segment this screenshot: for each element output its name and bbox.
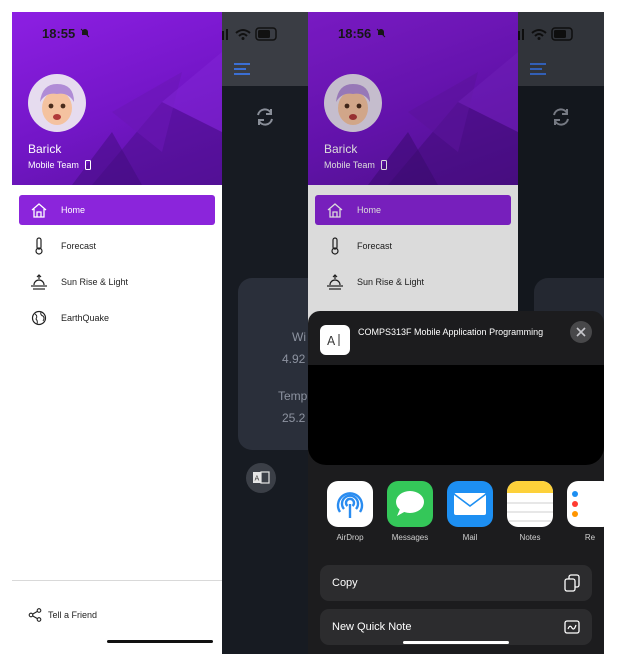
phone-icon — [85, 160, 91, 170]
share-app-notes[interactable]: Notes — [500, 481, 560, 542]
status-icons — [214, 27, 277, 41]
share-app-label: Messages — [391, 533, 429, 542]
nav-item-sunrise[interactable]: Sun Rise & Light — [19, 267, 215, 297]
menu-icon[interactable] — [234, 62, 252, 76]
translate-icon: A — [253, 471, 270, 484]
nav-item-earthquake[interactable]: EarthQuake — [19, 303, 215, 333]
drawer-divider — [12, 580, 222, 581]
navigation-drawer: 18:55 Barick Mobile Team Home Forecast S… — [12, 12, 222, 654]
share-app-mail[interactable]: Mail — [440, 481, 500, 542]
mail-icon — [453, 493, 487, 515]
share-apps-row: AirDrop Messages Mail Notes Re — [320, 481, 604, 542]
home-icon — [31, 203, 47, 218]
temp-value: 25.2 — [282, 411, 306, 425]
copy-action[interactable]: Copy — [320, 565, 592, 601]
translate-button[interactable]: A — [246, 463, 276, 493]
nav-label: Sun Rise & Light — [61, 277, 129, 287]
messages-icon — [396, 491, 424, 516]
svg-text:A: A — [255, 475, 260, 483]
notes-icon — [507, 481, 553, 522]
quick-note-label: New Quick Note — [332, 621, 412, 633]
new-quick-note-action[interactable]: New Quick Note — [320, 609, 592, 645]
drawer-nav: Home Forecast Sun Rise & Light EarthQuak… — [19, 195, 215, 339]
share-sheet: A COMPS313F Mobile Application Programmi… — [308, 311, 604, 654]
share-app-label: AirDrop — [336, 533, 364, 542]
share-icon — [28, 608, 42, 622]
share-app-label: Mail — [462, 533, 478, 542]
share-app-messages[interactable]: Messages — [380, 481, 440, 542]
text-doc-icon: A — [327, 334, 340, 348]
nav-label: Forecast — [61, 241, 97, 251]
close-button[interactable] — [570, 321, 592, 343]
share-app-label: Re — [584, 533, 596, 542]
refresh-icon[interactable] — [254, 106, 276, 128]
redacted-contacts — [308, 365, 604, 465]
copy-icon — [564, 574, 580, 592]
share-app-airdrop[interactable]: AirDrop — [320, 481, 380, 542]
share-sheet-title: COMPS313F Mobile Application Programming — [358, 327, 544, 337]
avatar[interactable] — [28, 74, 86, 132]
close-icon — [576, 327, 586, 337]
wind-value: 4.92 — [282, 352, 306, 366]
temp-label: Temp — [278, 389, 308, 403]
tell-a-friend-button[interactable]: Tell a Friend — [28, 608, 97, 622]
reminders-icon — [572, 491, 578, 517]
nav-item-home[interactable]: Home — [19, 195, 215, 225]
share-app-reminders[interactable]: Re — [560, 481, 604, 542]
phone-screenshot-left: Wi 4.92 Temp 25.2 A 18:55 Barick Mobile … — [12, 12, 308, 654]
user-name: Barick — [28, 142, 62, 156]
home-indicator — [107, 640, 213, 643]
user-team: Mobile Team — [28, 160, 79, 170]
svg-text:A: A — [327, 334, 336, 348]
drawer-header: 18:55 Barick Mobile Team — [12, 12, 222, 185]
nav-label: Home — [61, 205, 86, 215]
status-time: 18:55 — [42, 26, 76, 41]
document-icon: A — [320, 325, 350, 355]
airdrop-icon — [336, 492, 364, 518]
sunrise-icon — [31, 274, 47, 290]
nav-item-forecast[interactable]: Forecast — [19, 231, 215, 261]
wind-label: Wi — [292, 330, 306, 344]
copy-label: Copy — [332, 577, 358, 589]
bell-muted-icon — [80, 28, 90, 38]
thermometer-icon — [35, 237, 43, 255]
tell-a-friend-label: Tell a Friend — [48, 610, 98, 620]
quick-note-icon — [564, 620, 580, 634]
nav-label: EarthQuake — [61, 313, 110, 323]
globe-icon — [31, 310, 47, 326]
phone-screenshot-right: 18:56 Barick Mobile Team Home Forecast S… — [308, 12, 604, 654]
home-indicator — [403, 641, 509, 644]
memoji-avatar-icon — [40, 84, 74, 125]
share-app-label: Notes — [519, 533, 541, 542]
